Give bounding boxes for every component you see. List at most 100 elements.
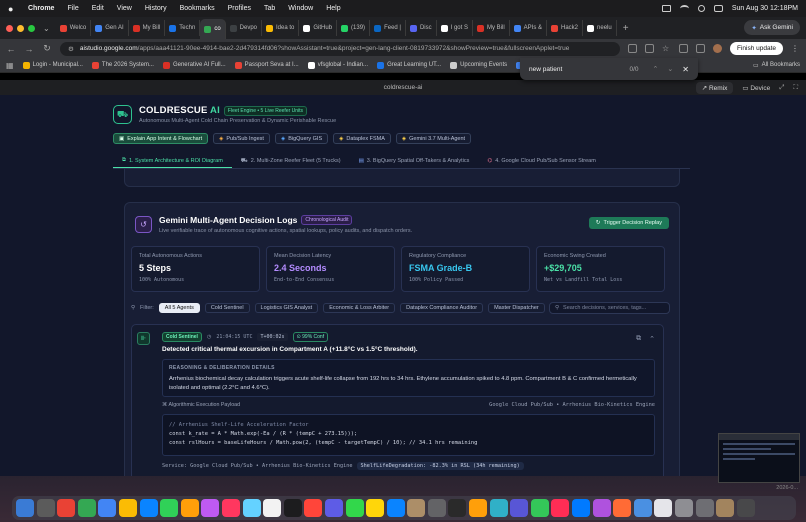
download-icon[interactable] — [644, 44, 654, 53]
back-icon[interactable]: ← — [6, 44, 16, 54]
browser-tab[interactable]: Welco — [56, 20, 92, 36]
apps-grid-icon[interactable]: ▦ — [6, 61, 14, 70]
menu-edit[interactable]: Edit — [92, 5, 104, 12]
chrome-menu-icon[interactable]: ⋮ — [791, 44, 800, 53]
dock-app-icon[interactable] — [304, 499, 323, 517]
dock-app-icon[interactable] — [345, 499, 364, 517]
bookmark-item[interactable]: Generative AI Full... — [162, 61, 226, 69]
dock-app-icon[interactable] — [613, 499, 632, 517]
forward-icon[interactable]: → — [24, 44, 34, 54]
dock-app-icon[interactable] — [118, 499, 137, 517]
log-search-input[interactable]: ⚲ Search decisions, services, tags... — [549, 302, 670, 314]
dock-app-icon[interactable] — [530, 499, 549, 517]
dock-app-icon[interactable] — [736, 499, 755, 517]
dock-app-icon[interactable] — [242, 499, 261, 517]
browser-tab[interactable]: My Bill — [473, 20, 510, 36]
menu-tab[interactable]: Tab — [264, 5, 275, 12]
extensions-icon[interactable] — [678, 44, 688, 53]
browser-tab[interactable]: APIs & — [510, 20, 547, 36]
filter-cold-sentinel[interactable]: Cold Sentinel — [204, 303, 250, 313]
reload-applet-icon[interactable]: ⤢ — [779, 84, 784, 92]
dock-app-icon[interactable] — [263, 499, 282, 517]
find-close-icon[interactable]: ✕ — [682, 65, 689, 74]
chip-gemini[interactable]: ◈ Gemini 3.7 Multi-Agent — [395, 133, 472, 144]
browser-tab[interactable]: Hack2 — [547, 20, 584, 36]
explain-intent-button[interactable]: ▣ Explain App Intent & Flowchart — [113, 133, 209, 144]
battery-icon[interactable] — [661, 5, 671, 12]
finish-update-button[interactable]: Finish update — [729, 42, 783, 55]
apple-icon[interactable]: ● — [8, 4, 18, 14]
copy-icon[interactable]: ⧉ — [636, 335, 641, 343]
ask-gemini-button[interactable]: ✦ Ask Gemini — [744, 20, 800, 35]
browser-tab[interactable]: Devpo — [226, 20, 262, 36]
browser-tab[interactable]: (139) — [337, 20, 371, 36]
new-tab-icon[interactable]: + — [623, 23, 629, 34]
dock-app-icon[interactable] — [695, 499, 714, 517]
browser-tab[interactable]: Techn — [165, 20, 201, 36]
browser-tab[interactable]: I got S — [437, 20, 473, 36]
dock-app-icon[interactable] — [489, 499, 508, 517]
menu-window[interactable]: Window — [288, 5, 313, 12]
dock-app-icon[interactable] — [139, 499, 158, 517]
filter-master-dispatcher[interactable]: Master Dispatcher — [488, 303, 545, 313]
dock-app-icon[interactable] — [592, 499, 611, 517]
tab-system-architecture[interactable]: ⧉ 1. System Architecture & ROI Diagram — [113, 154, 232, 168]
chip-dataplex[interactable]: ◈ Dataplex FSMA — [333, 133, 391, 144]
dock-app-icon[interactable] — [221, 499, 240, 517]
tab-pubsub-stream[interactable]: ⌬ 4. Google Cloud Pub/Sub Sensor Stream — [478, 154, 604, 168]
menu-help[interactable]: Help — [326, 5, 340, 12]
fullscreen-icon[interactable]: ⛶ — [793, 84, 798, 92]
address-bar[interactable]: ⚙ aistudio.google.com/apps/aaa41121-90ee… — [60, 41, 620, 56]
dock-app-icon[interactable] — [160, 499, 179, 517]
dock-app-icon[interactable] — [98, 499, 117, 517]
log-entry[interactable]: ⊪ Cold Sentinel ◷ 21:04:15 UTC T+00:02s … — [131, 324, 664, 476]
menu-file[interactable]: File — [67, 5, 78, 12]
bookmark-item[interactable]: Passport Seva at I... — [234, 61, 299, 69]
find-next-icon[interactable]: ⌄ — [667, 65, 673, 73]
collapse-icon[interactable]: ⌃ — [649, 335, 655, 343]
dock-app-icon[interactable] — [551, 499, 570, 517]
wifi-icon[interactable] — [679, 5, 689, 12]
menu-profiles[interactable]: Profiles — [228, 5, 251, 12]
dock-app-icon[interactable] — [16, 499, 34, 517]
chip-pubsub[interactable]: ◈ Pub/Sub Ingest — [213, 133, 270, 144]
dock-app-icon[interactable] — [654, 499, 673, 517]
dock-app-icon[interactable] — [469, 499, 488, 517]
dock-app-icon[interactable] — [77, 499, 96, 517]
browser-tab[interactable]: Disc — [406, 20, 437, 36]
tab-reefer-fleet[interactable]: ⛟ 2. Multi-Zone Reefer Fleet (5 Trucks) — [232, 154, 350, 168]
picture-in-picture-window[interactable] — [718, 433, 800, 483]
dock-app-icon[interactable] — [716, 499, 735, 517]
filter-economic-arbiter[interactable]: Economic & Loss Arbiter — [323, 303, 396, 313]
cast-icon[interactable] — [627, 44, 637, 53]
profile-avatar[interactable] — [712, 44, 722, 53]
dock-app-icon[interactable] — [283, 499, 302, 517]
menubar-clock[interactable]: Sun Aug 30 12:18PM — [732, 5, 798, 12]
dock-app-icon[interactable] — [180, 499, 199, 517]
dock-app-icon[interactable] — [36, 499, 55, 517]
search-icon[interactable] — [697, 5, 705, 12]
reload-icon[interactable]: ↻ — [42, 43, 52, 54]
browser-tab[interactable]: Idea to — [262, 20, 300, 36]
trigger-replay-button[interactable]: ↻ Trigger Decision Replay — [588, 217, 669, 229]
control-center-icon[interactable] — [713, 5, 723, 12]
filter-all-agents[interactable]: All 5 Agents — [158, 303, 200, 313]
menu-bookmarks[interactable]: Bookmarks — [180, 5, 215, 12]
dock-app-icon[interactable] — [427, 499, 446, 517]
browser-tab[interactable]: neelu — [583, 20, 617, 36]
dock-app-icon[interactable] — [366, 499, 385, 517]
dock-app-icon[interactable] — [572, 499, 591, 517]
bookmark-item[interactable]: The 2026 System... — [91, 61, 154, 69]
dock-app-icon[interactable] — [407, 499, 426, 517]
minimize-window-icon[interactable] — [17, 24, 24, 32]
menu-history[interactable]: History — [145, 5, 167, 12]
site-info-icon[interactable]: ⚙ — [68, 45, 74, 53]
browser-tab[interactable]: Gen AI — [91, 20, 129, 36]
browser-tab[interactable]: My Bill — [129, 20, 166, 36]
remix-button[interactable]: ↗ Remix — [695, 82, 734, 94]
find-input[interactable]: new patient — [529, 66, 562, 73]
bookmark-item[interactable]: Upcoming Events — [450, 61, 507, 69]
tab-search-icon[interactable]: ⌄ — [43, 24, 50, 33]
dock-app-icon[interactable] — [633, 499, 652, 517]
filter-dataplex-auditor[interactable]: Dataplex Compliance Auditor — [400, 303, 484, 313]
